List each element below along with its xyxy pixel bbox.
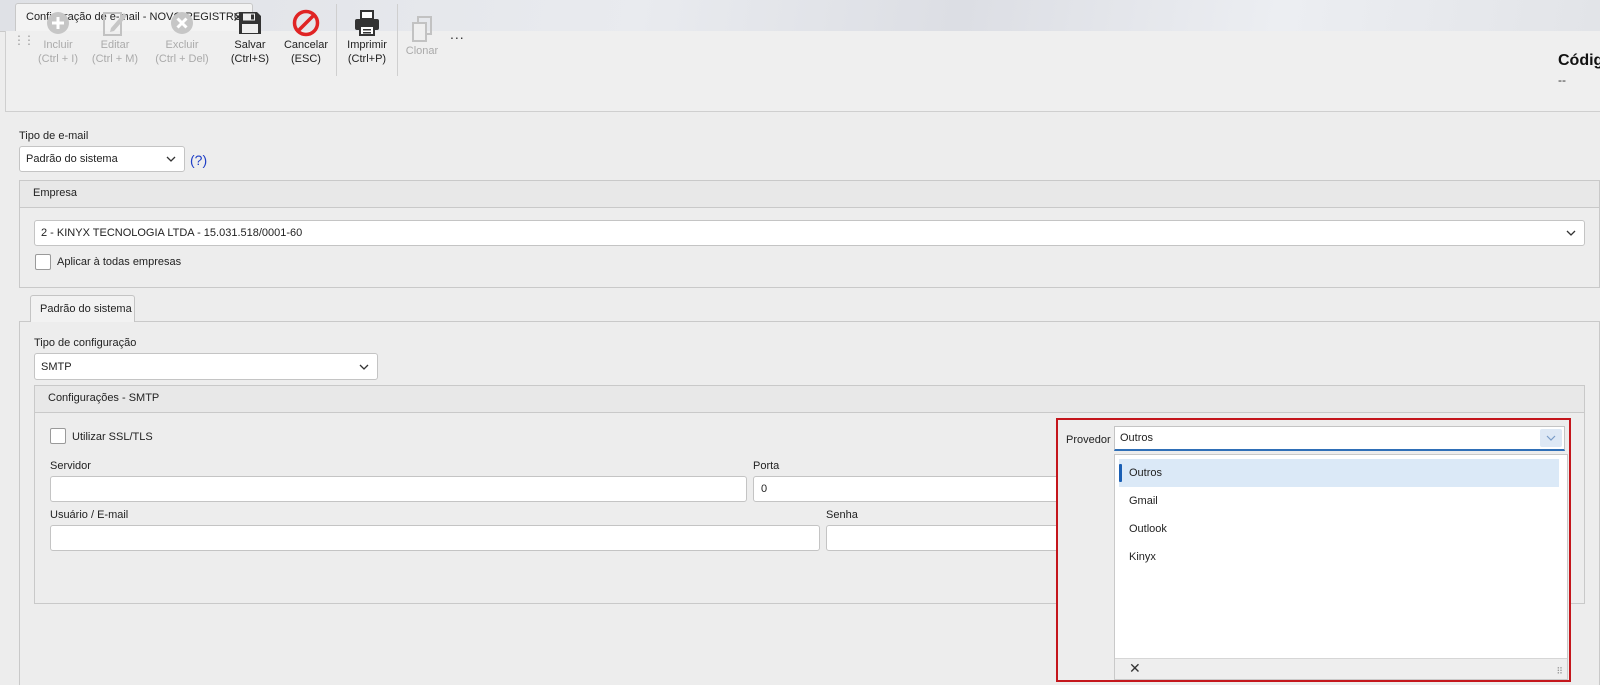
resize-grip-icon[interactable]: ⠿ bbox=[1556, 666, 1563, 677]
clonar-button[interactable]: Clonar bbox=[402, 14, 442, 58]
excluir-button[interactable]: Excluir (Ctrl + Del) bbox=[151, 8, 213, 66]
imprimir-label: Imprimir bbox=[347, 39, 387, 51]
code-value: -- bbox=[1558, 73, 1566, 87]
cancelar-button[interactable]: Cancelar (ESC) bbox=[281, 8, 331, 66]
port-label: Porta bbox=[753, 460, 780, 472]
provider-option-gmail[interactable]: Gmail bbox=[1119, 487, 1559, 515]
cancel-icon bbox=[281, 8, 331, 38]
smtp-panel-header: Configurações - SMTP bbox=[35, 386, 1584, 413]
config-type-label: Tipo de configuração bbox=[34, 337, 137, 349]
clonar-label: Clonar bbox=[405, 45, 439, 57]
password-input[interactable] bbox=[826, 525, 1063, 551]
cancelar-label: Cancelar bbox=[283, 39, 329, 51]
toolbar-grip-icon[interactable]: ⋮⋮ bbox=[13, 33, 35, 47]
option-label: Kinyx bbox=[1129, 551, 1156, 563]
editar-button[interactable]: Editar (Ctrl + M) bbox=[89, 8, 141, 66]
config-type-value: SMTP bbox=[41, 360, 72, 373]
ssl-checkbox[interactable] bbox=[50, 428, 66, 444]
port-value: 0 bbox=[761, 483, 768, 495]
email-type-value: Padrão do sistema bbox=[26, 153, 118, 165]
user-input[interactable] bbox=[50, 525, 820, 551]
cancelar-shortcut: (ESC) bbox=[291, 53, 321, 65]
provider-option-outlook[interactable]: Outlook bbox=[1119, 515, 1559, 543]
salvar-button[interactable]: Salvar (Ctrl+S) bbox=[227, 8, 273, 66]
toolbar-separator bbox=[336, 4, 337, 76]
code-title: Códig bbox=[1558, 52, 1600, 69]
chevron-down-icon bbox=[1566, 227, 1576, 239]
imprimir-shortcut: (Ctrl+P) bbox=[347, 53, 387, 65]
chevron-down-icon bbox=[166, 153, 176, 165]
config-type-select[interactable]: SMTP bbox=[34, 353, 378, 380]
email-type-select[interactable]: Padrão do sistema bbox=[19, 146, 185, 172]
incluir-shortcut: (Ctrl + I) bbox=[37, 53, 79, 65]
empresa-panel-header: Empresa bbox=[20, 181, 1599, 208]
option-label: Outros bbox=[1129, 467, 1163, 479]
provider-select[interactable]: Outros bbox=[1114, 426, 1565, 451]
password-label: Senha bbox=[826, 509, 858, 521]
server-input[interactable] bbox=[50, 476, 747, 502]
editar-label: Editar bbox=[100, 39, 130, 51]
empresa-value: 2 - KINYX TECNOLOGIA LTDA - 15.031.518/0… bbox=[41, 227, 303, 239]
provider-option-outros[interactable]: Outros bbox=[1119, 459, 1559, 487]
toolbar-separator bbox=[397, 4, 398, 76]
provider-label: Provedor bbox=[1066, 434, 1111, 446]
smtp-title: Configurações - SMTP bbox=[48, 392, 160, 404]
server-label: Servidor bbox=[50, 460, 91, 472]
excluir-label: Excluir bbox=[165, 39, 199, 51]
port-input[interactable]: 0 bbox=[753, 476, 1063, 502]
apply-all-checkbox[interactable] bbox=[35, 254, 51, 270]
delete-circle-icon bbox=[151, 8, 213, 38]
editar-shortcut: (Ctrl + M) bbox=[91, 53, 139, 65]
printer-icon bbox=[341, 8, 393, 38]
empresa-title: Empresa bbox=[33, 187, 78, 199]
option-label: Outlook bbox=[1129, 523, 1167, 535]
excluir-shortcut: (Ctrl + Del) bbox=[155, 53, 209, 65]
chevron-down-icon[interactable] bbox=[1540, 429, 1562, 447]
provider-option-kinyx[interactable]: Kinyx bbox=[1119, 543, 1559, 571]
save-icon bbox=[227, 8, 273, 38]
edit-icon bbox=[89, 8, 141, 38]
clear-selection-icon[interactable]: ✕ bbox=[1129, 660, 1141, 677]
chevron-down-icon bbox=[359, 361, 369, 373]
plus-circle-icon bbox=[35, 8, 81, 38]
option-label: Gmail bbox=[1129, 495, 1158, 507]
more-options-button[interactable]: ... bbox=[450, 26, 465, 42]
user-label: Usuário / E-mail bbox=[50, 509, 129, 521]
salvar-shortcut: (Ctrl+S) bbox=[230, 53, 270, 65]
salvar-label: Salvar bbox=[234, 39, 266, 51]
apply-all-label: Aplicar à todas empresas bbox=[57, 256, 182, 268]
imprimir-button[interactable]: Imprimir (Ctrl+P) bbox=[341, 8, 393, 66]
provider-dropdown-list: Outros Gmail Outlook Kinyx ✕ ⠿ bbox=[1114, 454, 1568, 680]
email-type-label: Tipo de e-mail bbox=[19, 130, 89, 142]
ssl-label: Utilizar SSL/TLS bbox=[72, 431, 153, 443]
provider-value: Outros bbox=[1120, 432, 1154, 444]
incluir-button[interactable]: Incluir (Ctrl + I) bbox=[35, 8, 81, 66]
tab-padrao-do-sistema[interactable]: Padrão do sistema bbox=[30, 295, 135, 322]
dropdown-footer: ✕ ⠿ bbox=[1115, 658, 1567, 679]
help-link[interactable]: (?) bbox=[190, 152, 207, 168]
clone-icon bbox=[402, 14, 442, 44]
empresa-select[interactable]: 2 - KINYX TECNOLOGIA LTDA - 15.031.518/0… bbox=[34, 220, 1585, 246]
tab-label: Padrão do sistema bbox=[40, 303, 132, 315]
incluir-label: Incluir bbox=[43, 39, 73, 51]
